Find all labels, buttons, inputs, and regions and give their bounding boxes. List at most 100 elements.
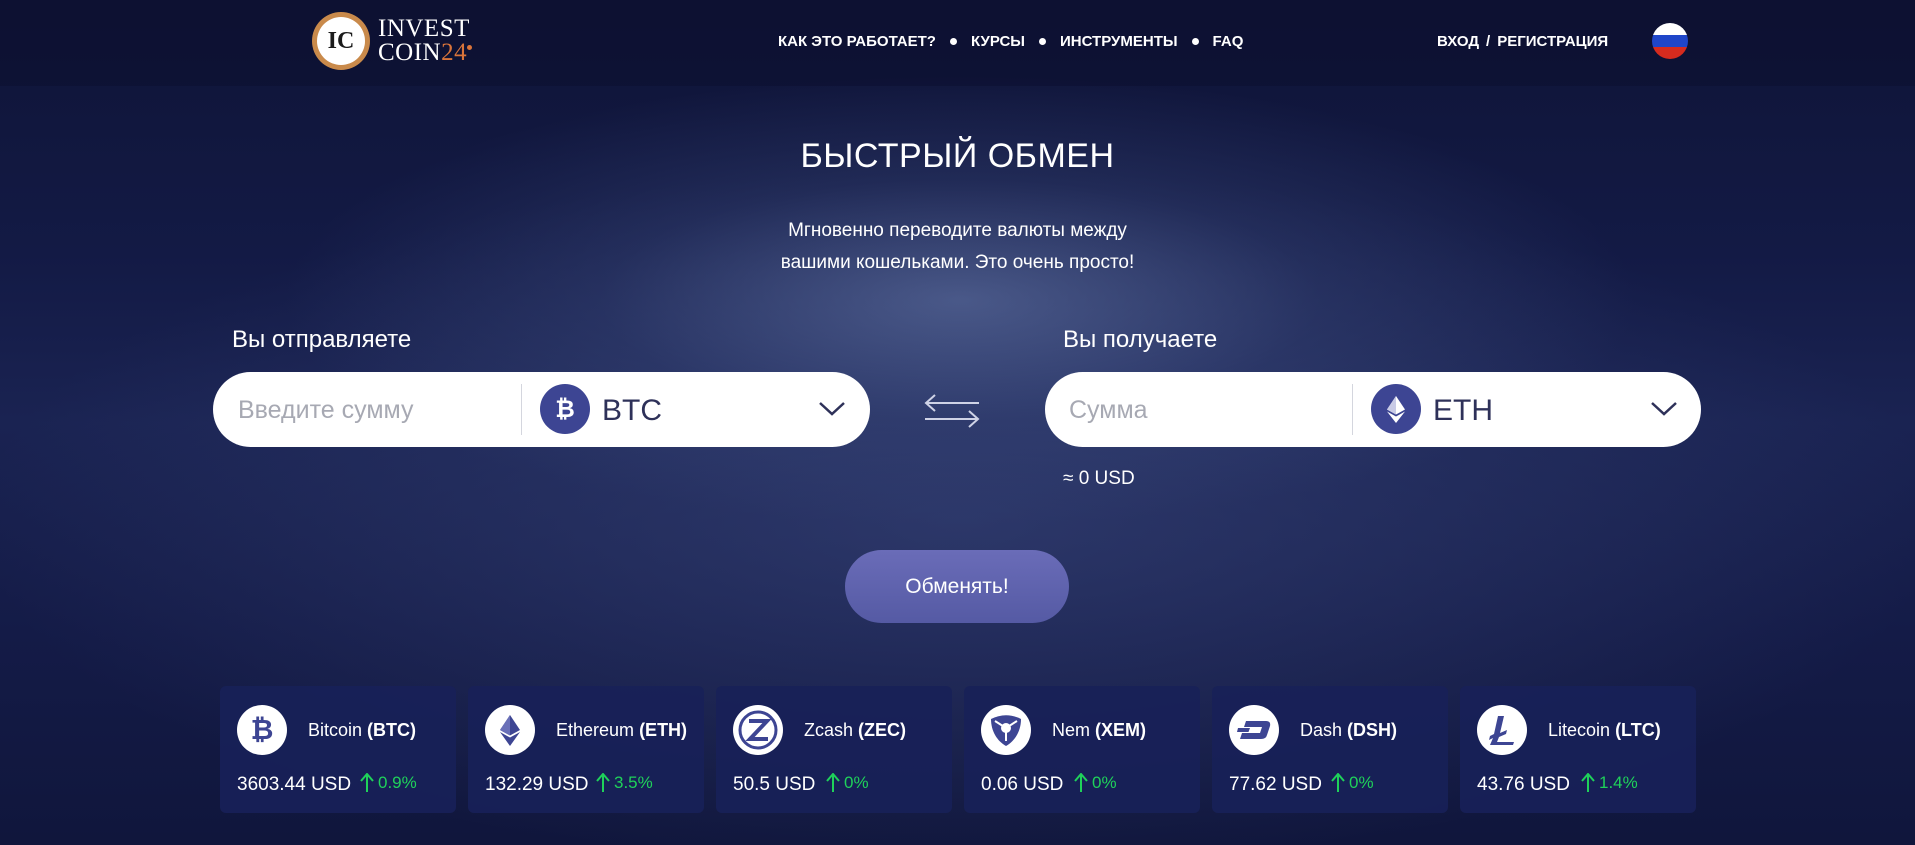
change-value: 0%	[1349, 773, 1374, 792]
ticker-change: 0%	[826, 773, 869, 793]
change-value: 0%	[844, 773, 869, 792]
coin-code: (XEM)	[1095, 720, 1147, 740]
nav-separator-dot	[949, 38, 957, 45]
ticker-card-zec[interactable]: Zcash (ZEC) 50.5 USD 0%	[716, 686, 952, 813]
arrow-up-icon	[596, 773, 610, 792]
exchange-button[interactable]: Обменять!	[845, 550, 1069, 623]
coin-name: Zcash	[804, 720, 854, 740]
ticker-name: Dash (DSH)	[1300, 720, 1397, 741]
login-link[interactable]: ВХОД	[1437, 33, 1479, 50]
auth-slash: /	[1486, 33, 1491, 50]
arrow-up-icon	[1581, 773, 1595, 792]
coin-name: Ethereum	[556, 720, 635, 740]
usd-estimate: ≈ 0 USD	[1063, 468, 1135, 489]
ethereum-icon	[485, 705, 535, 755]
change-value: 0%	[1092, 773, 1117, 792]
coin-name: Nem	[1052, 720, 1091, 740]
chevron-down-icon[interactable]	[818, 400, 846, 418]
arrow-up-icon	[360, 773, 374, 792]
field-divider	[1352, 384, 1353, 435]
coin-code: (ZEC)	[858, 720, 907, 740]
ticker-card-btc[interactable]: ₿ Bitcoin (BTC) 3603.44 USD 0.9%	[220, 686, 456, 813]
svg-text:₿: ₿	[555, 395, 575, 423]
change-value: 0.9%	[378, 773, 417, 792]
ticker-name: Ethereum (ETH)	[556, 720, 687, 741]
ticker-price: 77.62 USD	[1229, 774, 1322, 795]
nem-icon	[981, 705, 1031, 755]
subtitle-line-2: вашими кошельками. Это очень просто!	[780, 252, 1135, 273]
dash-icon	[1229, 705, 1279, 755]
ticker-card-dsh[interactable]: Dash (DSH) 77.62 USD 0%	[1212, 686, 1448, 813]
coin-name: Dash	[1300, 720, 1343, 740]
coin-name: Bitcoin	[308, 720, 363, 740]
receive-currency-value: ETH	[1433, 394, 1493, 427]
coin-code: (LTC)	[1615, 720, 1661, 740]
ticker-price: 3603.44 USD	[237, 774, 352, 795]
nav-faq[interactable]: FAQ	[1213, 33, 1244, 50]
send-label: Вы отправляете	[232, 326, 412, 353]
receive-field: ETH	[1045, 372, 1701, 447]
logo-wordmark: INVEST COIN24	[378, 15, 473, 66]
coin-code: (BTC)	[367, 720, 417, 740]
ticker-change: 0.9%	[360, 773, 417, 793]
ticker-change: 1.4%	[1581, 773, 1638, 793]
logo-number: 24	[441, 39, 468, 66]
subtitle-line-1: Мгновенно переводите валюты между	[788, 220, 1127, 241]
russia-flag-icon[interactable]	[1652, 23, 1688, 59]
ticker-name: Nem (XEM)	[1052, 720, 1146, 741]
ticker-card-ltc[interactable]: Litecoin (LTC) 43.76 USD 1.4%	[1460, 686, 1696, 813]
ethereum-icon	[1371, 384, 1421, 434]
nav-rates[interactable]: КУРСЫ	[971, 33, 1025, 50]
litecoin-icon	[1477, 705, 1527, 755]
coin-name: Litecoin	[1548, 720, 1611, 740]
receive-label: Вы получаете	[1063, 326, 1218, 353]
logo-dot-icon	[467, 45, 473, 50]
ticker-name: Zcash (ZEC)	[804, 720, 906, 741]
page-subtitle: Мгновенно переводите валюты между вашими…	[0, 215, 1915, 279]
swap-arrows-icon[interactable]	[923, 393, 981, 429]
bitcoin-icon: ₿	[540, 384, 590, 434]
arrow-up-icon	[826, 773, 840, 792]
nav-tools[interactable]: ИНСТРУМЕНТЫ	[1060, 33, 1178, 50]
register-link[interactable]: РЕГИСТРАЦИЯ	[1497, 33, 1608, 50]
main-nav: КАК ЭТО РАБОТАЕТ? КУРСЫ ИНСТРУМЕНТЫ FAQ	[778, 33, 1243, 50]
ticker-change: 0%	[1074, 773, 1117, 793]
logo[interactable]: IC INVEST COIN24	[312, 12, 473, 70]
chevron-down-icon[interactable]	[1650, 400, 1678, 418]
logo-mark-icon: IC	[312, 12, 370, 70]
logo-coin-text: COIN	[378, 39, 442, 66]
ticker-change: 0%	[1331, 773, 1374, 793]
bitcoin-icon: ₿	[237, 705, 287, 755]
receive-amount-input[interactable]	[1069, 390, 1319, 430]
logo-line-1: INVEST	[378, 15, 470, 42]
send-currency-value: BTC	[602, 394, 662, 427]
change-value: 3.5%	[614, 773, 653, 792]
ticker-list: ₿ Bitcoin (BTC) 3603.44 USD 0.9% Ethereu…	[220, 686, 1696, 813]
ticker-card-xem[interactable]: Nem (XEM) 0.06 USD 0%	[964, 686, 1200, 813]
nav-how-it-works[interactable]: КАК ЭТО РАБОТАЕТ?	[778, 33, 936, 50]
send-field: ₿ BTC	[213, 372, 870, 447]
arrow-up-icon	[1331, 773, 1345, 792]
ticker-price: 43.76 USD	[1477, 774, 1570, 795]
arrow-up-icon	[1074, 773, 1088, 792]
coin-code: (DSH)	[1347, 720, 1398, 740]
zcash-icon	[733, 705, 783, 755]
page-title: БЫСТРЫЙ ОБМЕН	[800, 137, 1115, 175]
site-header: IC INVEST COIN24 КАК ЭТО РАБОТАЕТ? КУРСЫ…	[0, 0, 1915, 86]
nav-separator-dot	[1191, 38, 1199, 45]
ticker-card-eth[interactable]: Ethereum (ETH) 132.29 USD 3.5%	[468, 686, 704, 813]
change-value: 1.4%	[1599, 773, 1638, 792]
logo-line-2: COIN24	[378, 39, 473, 66]
auth-links: ВХОД / РЕГИСТРАЦИЯ	[1437, 33, 1608, 50]
logo-mark-text: IC	[317, 17, 365, 65]
ticker-change: 3.5%	[596, 773, 653, 793]
ticker-price: 0.06 USD	[981, 774, 1064, 795]
ticker-price: 50.5 USD	[733, 774, 816, 795]
ticker-name: Litecoin (LTC)	[1548, 720, 1661, 741]
ticker-name: Bitcoin (BTC)	[308, 720, 416, 741]
field-divider	[521, 384, 522, 435]
svg-text:₿: ₿	[251, 713, 274, 746]
nav-separator-dot	[1038, 38, 1046, 45]
ticker-price: 132.29 USD	[485, 774, 589, 795]
send-amount-input[interactable]	[238, 390, 488, 430]
